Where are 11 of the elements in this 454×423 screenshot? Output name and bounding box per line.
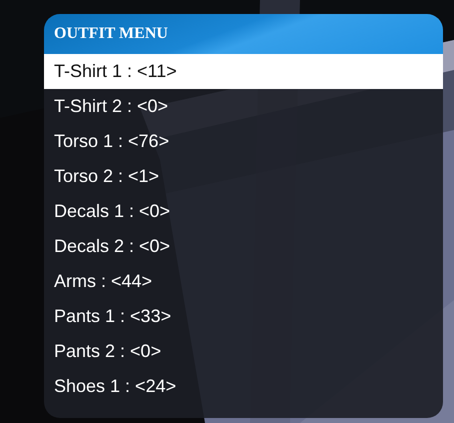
menu-item[interactable]: Pants 1 : <33>	[44, 299, 443, 334]
menu-item[interactable]: Decals 2 : <0>	[44, 229, 443, 264]
menu-item[interactable]: Pants 2 : <0>	[44, 334, 443, 369]
menu-item[interactable]: T-Shirt 2 : <0>	[44, 89, 443, 124]
menu-item[interactable]: Shoes 1 : <24>	[44, 369, 443, 404]
menu-item[interactable]: Arms : <44>	[44, 264, 443, 299]
menu-item[interactable]: Torso 1 : <76>	[44, 124, 443, 159]
menu-item[interactable]: Decals 1 : <0>	[44, 194, 443, 229]
menu-title: OUTFIT MENU	[54, 25, 168, 43]
menu-item[interactable]: Torso 2 : <1>	[44, 159, 443, 194]
menu-item[interactable]: T-Shirt 1 : <11>	[44, 54, 443, 89]
